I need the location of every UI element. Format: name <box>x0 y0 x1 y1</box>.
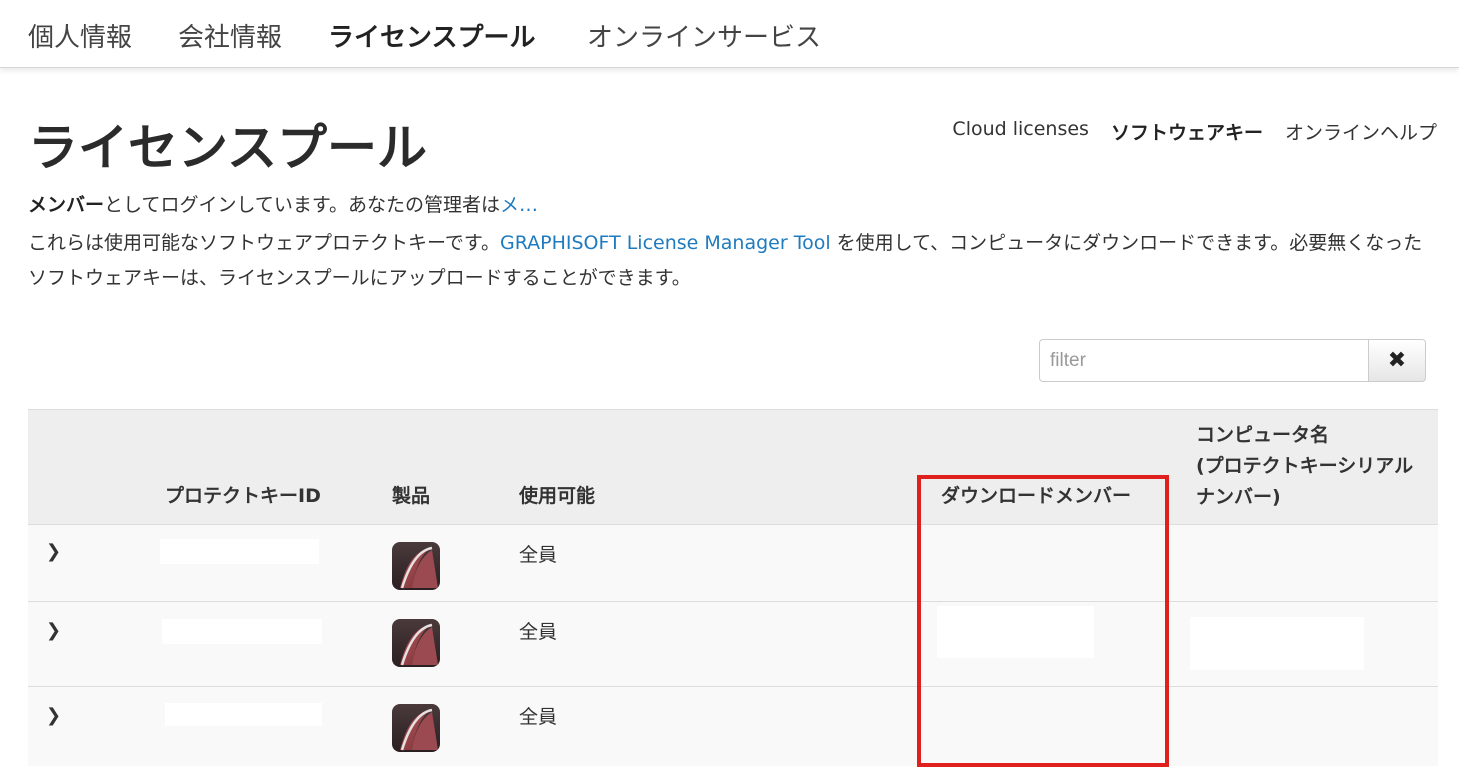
login-text: としてログインしています。あなたの管理者は <box>104 194 500 216</box>
filter-group: ✖ <box>1039 339 1426 382</box>
table-row[interactable]: ❯ 全員 <box>28 686 1438 766</box>
chevron-right-icon[interactable]: ❯ <box>46 705 61 726</box>
tab-online-services[interactable]: オンラインサービス <box>587 17 821 54</box>
clear-filter-button[interactable]: ✖ <box>1368 339 1426 382</box>
license-manager-tool-link[interactable]: GRAPHISOFT License Manager Tool <box>500 232 831 254</box>
column-header-product[interactable]: 製品 <box>392 481 430 512</box>
tab-company-info[interactable]: 会社情報 <box>178 17 282 54</box>
key-id-redacted <box>160 539 319 564</box>
availability-value: 全員 <box>519 621 558 643</box>
chevron-right-icon[interactable]: ❯ <box>46 541 61 562</box>
close-icon: ✖ <box>1387 348 1407 373</box>
column-header-key-id[interactable]: プロテクトキーID <box>165 481 321 512</box>
availability-value: 全員 <box>519 544 558 566</box>
table-header: プロテクトキーID 製品 使用可能 ダウンロードメンバー コンピュータ名 (プロ… <box>28 409 1438 524</box>
key-id-redacted <box>165 703 322 726</box>
login-role: メンバー <box>28 194 105 216</box>
availability-value: 全員 <box>519 706 558 728</box>
license-table: プロテクトキーID 製品 使用可能 ダウンロードメンバー コンピュータ名 (プロ… <box>28 409 1438 766</box>
description: これらは使用可能なソフトウェアプロテクトキーです。GRAPHISOFT Lice… <box>28 226 1438 296</box>
archicad-icon <box>392 542 440 590</box>
key-id-redacted <box>162 619 322 644</box>
table-row[interactable]: ❯ 全員 <box>28 524 1438 601</box>
chevron-right-icon[interactable]: ❯ <box>46 620 61 641</box>
tab-personal-info[interactable]: 個人情報 <box>28 17 132 54</box>
admin-name-link[interactable]: メ… <box>500 194 538 216</box>
column-header-availability[interactable]: 使用可能 <box>519 481 595 512</box>
link-cloud-licenses[interactable]: Cloud licenses <box>952 118 1089 145</box>
description-intro: これらは使用可能なソフトウェアプロテクトキーです。 <box>28 232 500 254</box>
computer-name-redacted <box>1190 617 1364 670</box>
column-header-download-member[interactable]: ダウンロードメンバー <box>941 481 1131 512</box>
login-status: メンバーとしてログインしています。あなたの管理者はメ… <box>28 190 538 217</box>
download-member-redacted <box>937 606 1094 658</box>
filter-input[interactable] <box>1039 339 1368 382</box>
archicad-icon <box>392 619 440 667</box>
link-online-help[interactable]: オンラインヘルプ <box>1285 118 1437 145</box>
archicad-icon <box>392 704 440 752</box>
top-navigation: 個人情報 会社情報 ライセンスプール オンラインサービス <box>0 0 1459 68</box>
tab-license-pool[interactable]: ライセンスプール <box>328 17 535 54</box>
table-row[interactable]: ❯ 全員 <box>28 601 1438 686</box>
page-title: ライセンスプール <box>28 119 427 177</box>
link-software-keys[interactable]: ソフトウェアキー <box>1111 118 1263 145</box>
sub-navigation: Cloud licenses ソフトウェアキー オンラインヘルプ <box>952 118 1437 145</box>
column-header-computer-name[interactable]: コンピュータ名 (プロテクトキーシリアルナンバー) <box>1196 420 1432 513</box>
